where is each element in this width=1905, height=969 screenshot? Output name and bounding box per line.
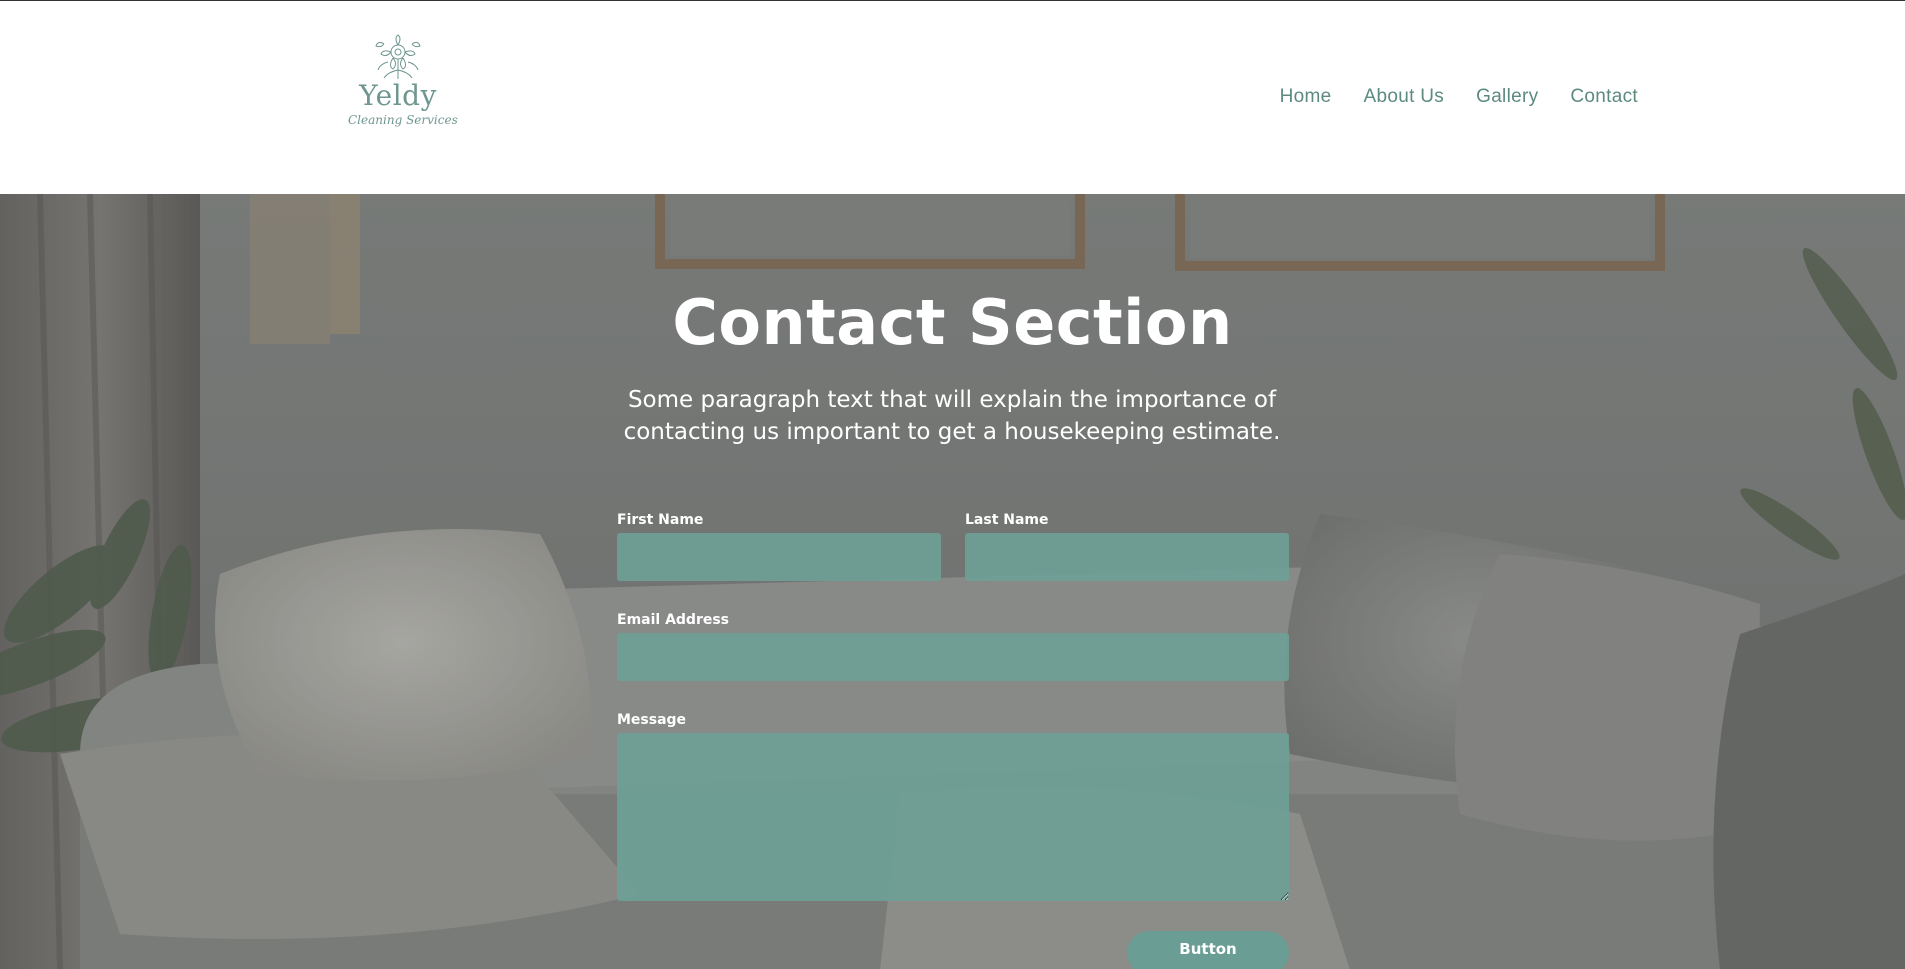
nav-gallery[interactable]: Gallery (1476, 86, 1538, 108)
first-name-label: First Name (617, 512, 704, 528)
email-label: Email Address (617, 612, 730, 628)
logo[interactable]: Yeldy Cleaning Services (348, 34, 458, 144)
nav-home[interactable]: Home (1280, 86, 1332, 108)
page: Yeldy Cleaning Services Home About Us Ga… (0, 0, 1905, 969)
message-label: Message (617, 712, 687, 728)
email-input[interactable] (617, 633, 1289, 681)
submit-button[interactable]: Button (1127, 931, 1289, 969)
last-name-label: Last Name (965, 512, 1049, 528)
site-header: Yeldy Cleaning Services Home About Us Ga… (0, 2, 1905, 194)
last-name-input[interactable] (965, 533, 1289, 581)
section-title: Contact Section (672, 286, 1233, 359)
flower-logo-icon (375, 34, 421, 79)
nav-about-us[interactable]: About Us (1364, 86, 1445, 108)
main-nav: Home About Us Gallery Contact (1280, 86, 1638, 108)
first-name-input[interactable] (617, 533, 941, 581)
message-textarea[interactable] (617, 733, 1289, 901)
nav-contact[interactable]: Contact (1570, 86, 1638, 108)
logo-name: Yeldy (359, 79, 437, 112)
contact-section: Contact Section Some paragraph text that… (0, 194, 1905, 969)
section-description: Some paragraph text that will explain th… (623, 387, 1281, 445)
logo-tagline: Cleaning Services (348, 113, 458, 127)
